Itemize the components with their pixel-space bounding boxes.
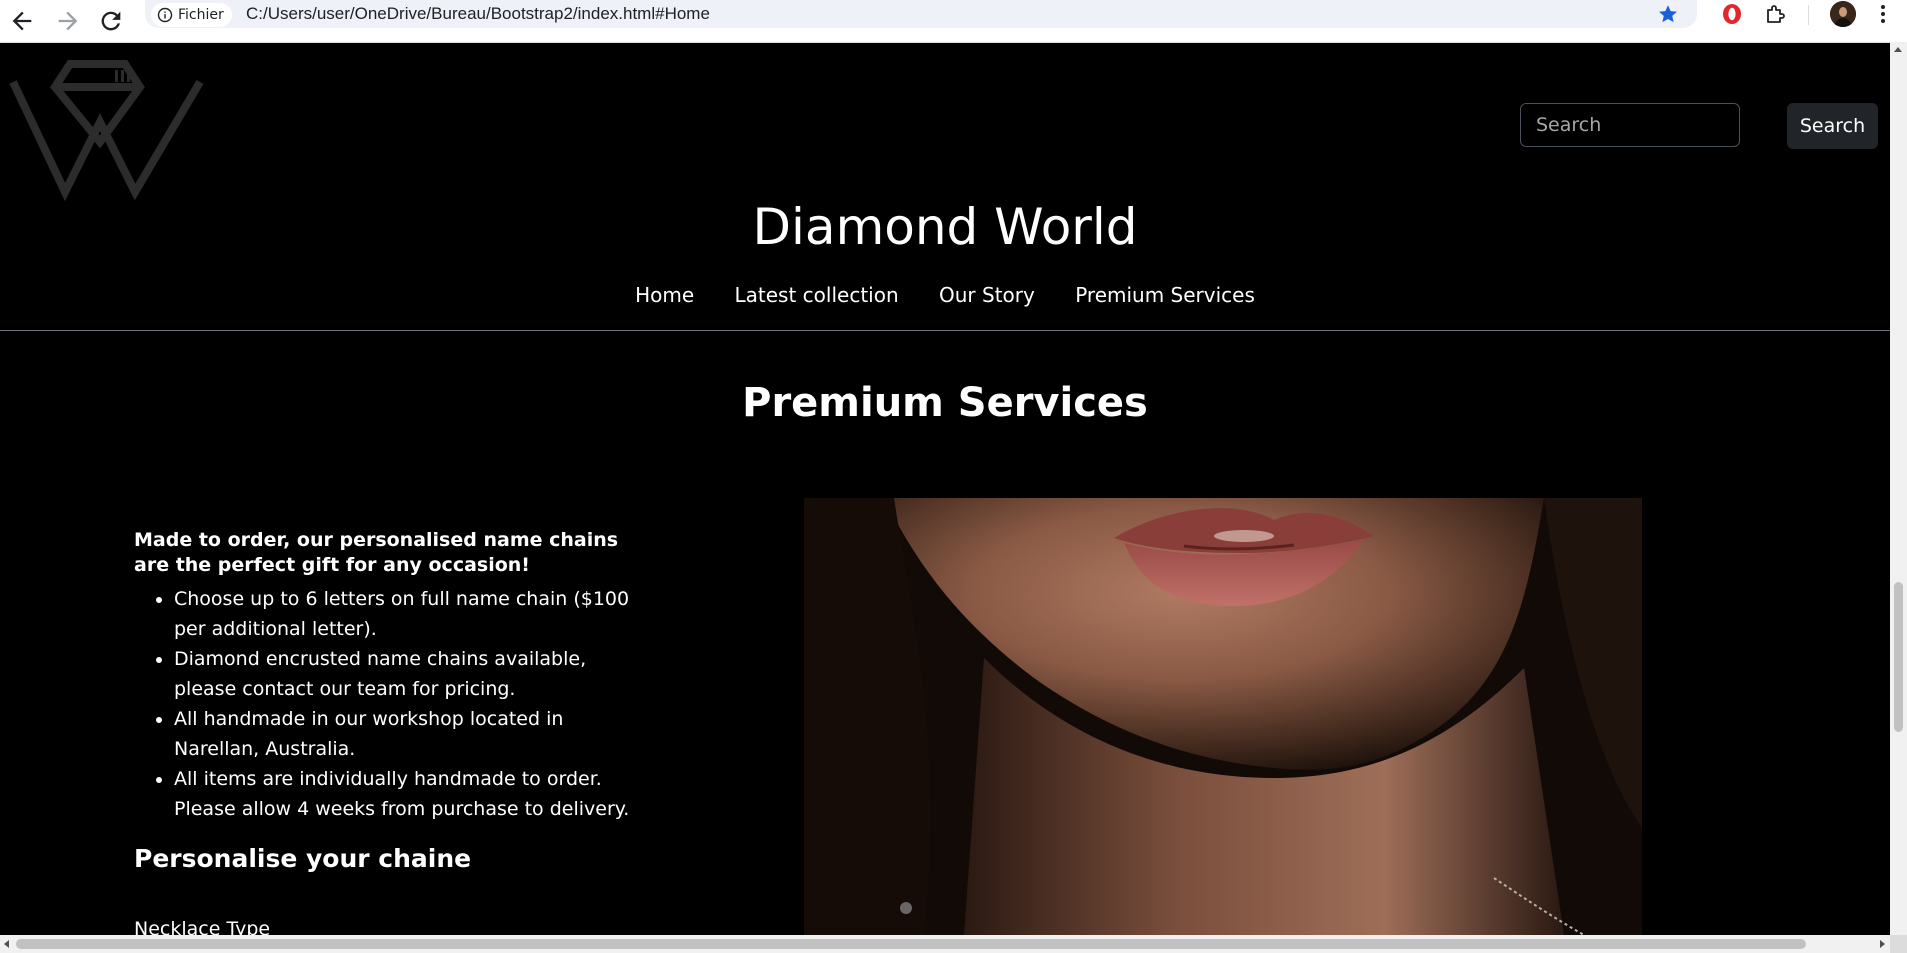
model-photo (804, 498, 1642, 935)
puzzle-icon[interactable] (1763, 1, 1789, 27)
service-bullet-list: Choose up to 6 letters on full name chai… (134, 584, 654, 824)
nav-home[interactable]: Home (635, 283, 694, 307)
menu-icon[interactable] (1877, 1, 1889, 27)
list-item: Diamond encrusted name chains available,… (174, 644, 654, 704)
star-icon[interactable] (1657, 3, 1679, 25)
toolbar-separator (1808, 5, 1809, 25)
scroll-left-icon[interactable] (4, 940, 9, 948)
site-title: Diamond World (752, 198, 1138, 256)
opera-icon[interactable] (1719, 1, 1745, 27)
main-nav: Home Latest collection Our Story Premium… (0, 283, 1890, 307)
info-icon (157, 7, 173, 23)
vertical-scrollbar[interactable] (1890, 42, 1907, 935)
intro-text: Made to order, our personalised name cha… (134, 529, 619, 576)
nav-latest-collection[interactable]: Latest collection (735, 283, 899, 307)
nav-our-story[interactable]: Our Story (939, 283, 1035, 307)
service-description: Made to order, our personalised name cha… (134, 528, 654, 873)
search-input[interactable] (1520, 103, 1740, 147)
scroll-right-icon[interactable] (1880, 940, 1885, 948)
personalise-heading: Personalise your chaine (134, 844, 472, 873)
forward-icon[interactable] (54, 7, 82, 35)
section-title: Premium Services (742, 380, 1148, 426)
avatar[interactable] (1830, 1, 1856, 27)
site-logo[interactable] (5, 52, 205, 202)
reload-icon[interactable] (97, 7, 125, 35)
site-info-chip[interactable]: Fichier (151, 3, 232, 27)
horizontal-scrollbar[interactable] (0, 935, 1890, 953)
horizontal-scroll-thumb[interactable] (16, 939, 1806, 949)
back-icon[interactable] (8, 7, 36, 35)
nav-premium-services[interactable]: Premium Services (1075, 283, 1255, 307)
scroll-up-icon[interactable] (1894, 47, 1902, 52)
vertical-scroll-thumb[interactable] (1894, 582, 1903, 732)
address-bar[interactable]: Fichier C:/Users/user/OneDrive/Bureau/Bo… (145, 0, 1697, 28)
header-divider (0, 330, 1890, 331)
search-button[interactable]: Search (1787, 103, 1878, 149)
list-item: Choose up to 6 letters on full name chai… (174, 584, 654, 644)
browser-toolbar: Fichier C:/Users/user/OneDrive/Bureau/Bo… (0, 0, 1907, 43)
list-item: All items are individually handmade to o… (174, 764, 654, 824)
scrollbar-corner (1890, 935, 1907, 953)
list-item: All handmade in our workshop located in … (174, 704, 654, 764)
file-chip-label: Fichier (178, 7, 224, 23)
url-text[interactable]: C:/Users/user/OneDrive/Bureau/Bootstrap2… (246, 4, 710, 24)
